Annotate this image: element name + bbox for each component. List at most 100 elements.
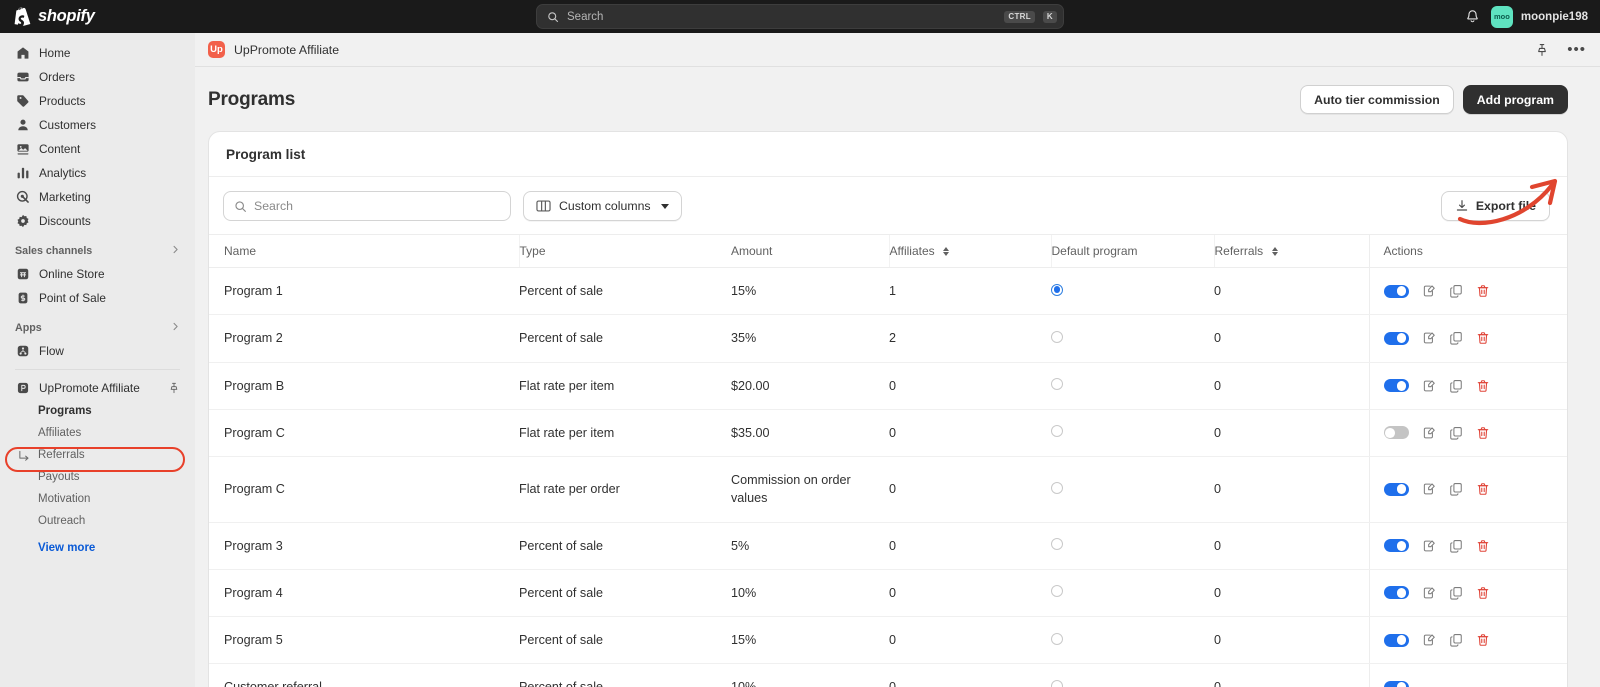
sidebar-section-sales-channels[interactable]: Sales channels: [8, 240, 187, 262]
column-header-default-program[interactable]: Default program: [1050, 234, 1214, 268]
status-toggle[interactable]: [1383, 379, 1409, 393]
edit-icon[interactable]: [1422, 379, 1436, 393]
sidebar-item-flow[interactable]: Flow: [8, 339, 187, 362]
duplicate-icon[interactable]: [1449, 426, 1463, 440]
sidebar-item-outreach[interactable]: Outreach: [8, 510, 187, 532]
status-toggle[interactable]: [1383, 482, 1409, 496]
default-program-radio[interactable]: [1051, 585, 1063, 598]
export-file-button[interactable]: Export file: [1440, 191, 1550, 221]
status-toggle[interactable]: [1383, 633, 1409, 647]
delete-icon[interactable]: [1476, 331, 1490, 345]
edit-icon[interactable]: [1422, 586, 1436, 600]
table-row[interactable]: Program C Flat rate per item $35.00 0 0: [209, 409, 1567, 458]
edit-icon[interactable]: [1422, 284, 1436, 298]
column-header-amount[interactable]: Amount: [731, 234, 889, 268]
delete-icon[interactable]: [1476, 284, 1490, 298]
sort-arrows-icon[interactable]: [1271, 247, 1278, 257]
sidebar-item-programs[interactable]: Programs: [8, 400, 187, 422]
default-program-radio[interactable]: [1051, 330, 1063, 343]
auto-tier-commission-button[interactable]: Auto tier commission: [1300, 85, 1454, 114]
pin-icon[interactable]: [1535, 43, 1549, 57]
search-input[interactable]: Search: [223, 191, 511, 221]
sidebar-item-online-store[interactable]: Online Store: [8, 262, 187, 285]
duplicate-icon[interactable]: [1449, 633, 1463, 647]
global-search-input[interactable]: Search CTRL K: [536, 4, 1064, 29]
amount-value: $35.00: [731, 425, 770, 440]
sidebar-item-uppromote-affiliate[interactable]: UpPromote Affiliate: [8, 376, 187, 399]
table-row[interactable]: Program B Flat rate per item $20.00 0 0: [209, 362, 1567, 410]
edit-icon[interactable]: [1422, 331, 1436, 345]
sidebar-item-marketing[interactable]: Marketing: [8, 185, 187, 208]
sidebar-item-referrals[interactable]: Referrals: [8, 444, 187, 466]
download-icon: [1455, 199, 1469, 213]
cell-amount: 35%: [731, 314, 889, 363]
delete-icon[interactable]: [1476, 633, 1490, 647]
column-header-referrals[interactable]: Referrals: [1213, 234, 1369, 268]
duplicate-icon[interactable]: [1449, 284, 1463, 298]
column-header-affiliates[interactable]: Affiliates: [888, 234, 1051, 268]
table-row[interactable]: Program 4 Percent of sale 10% 0 0: [209, 569, 1567, 618]
edit-icon[interactable]: [1422, 426, 1436, 440]
delete-icon[interactable]: [1476, 539, 1490, 553]
sidebar-item-products[interactable]: Products: [8, 89, 187, 112]
bell-icon[interactable]: [1465, 9, 1480, 24]
user-menu[interactable]: moo moonpie198: [1490, 5, 1588, 28]
edit-icon[interactable]: [1422, 633, 1436, 647]
status-toggle[interactable]: [1383, 680, 1409, 687]
column-label: Name: [224, 244, 257, 258]
sidebar-label: Content: [39, 141, 81, 156]
more-horizontal-icon[interactable]: •••: [1567, 42, 1586, 57]
sidebar-label: Outreach: [38, 515, 86, 527]
table-row[interactable]: Program C Flat rate per order Commission o…: [209, 456, 1567, 523]
default-program-radio[interactable]: [1051, 679, 1063, 687]
column-header-name[interactable]: Name: [209, 234, 519, 268]
status-toggle[interactable]: [1383, 284, 1409, 298]
shopify-logo[interactable]: shopify: [0, 7, 195, 26]
default-program-radio[interactable]: [1051, 538, 1063, 551]
sidebar-item-content[interactable]: Content: [8, 137, 187, 160]
default-program-radio[interactable]: [1051, 283, 1063, 296]
status-toggle[interactable]: [1383, 539, 1409, 553]
delete-icon[interactable]: [1476, 426, 1490, 440]
sidebar-item-home[interactable]: Home: [8, 41, 187, 64]
edit-icon[interactable]: [1422, 482, 1436, 496]
duplicate-icon[interactable]: [1449, 482, 1463, 496]
pin-icon[interactable]: [168, 382, 180, 394]
delete-icon[interactable]: [1476, 586, 1490, 600]
sidebar-item-point-of-sale[interactable]: Point of Sale: [8, 286, 187, 309]
default-program-radio[interactable]: [1051, 378, 1063, 391]
sidebar-item-analytics[interactable]: Analytics: [8, 161, 187, 184]
default-program-radio[interactable]: [1051, 425, 1063, 438]
sidebar-item-affiliates[interactable]: Affiliates: [8, 422, 187, 444]
sidebar-section-apps[interactable]: Apps: [8, 317, 187, 339]
add-program-button[interactable]: Add program: [1462, 85, 1568, 114]
status-toggle[interactable]: [1383, 426, 1409, 440]
default-program-radio[interactable]: [1051, 632, 1063, 645]
edit-icon[interactable]: [1422, 539, 1436, 553]
cell-actions: [1368, 522, 1567, 570]
status-toggle[interactable]: [1383, 586, 1409, 600]
custom-columns-button[interactable]: Custom columns: [523, 191, 682, 221]
status-toggle[interactable]: [1383, 331, 1409, 345]
delete-icon[interactable]: [1476, 379, 1490, 393]
delete-icon[interactable]: [1476, 482, 1490, 496]
duplicate-icon[interactable]: [1449, 539, 1463, 553]
column-header-type[interactable]: Type: [518, 234, 731, 268]
table-row[interactable]: Program 1 Percent of sale 15% 1 0: [209, 267, 1567, 316]
sidebar-item-payouts[interactable]: Payouts: [8, 466, 187, 488]
sidebar-item-customers[interactable]: Customers: [8, 113, 187, 136]
table-row[interactable]: Program 3 Percent of sale 5% 0 0: [209, 522, 1567, 570]
duplicate-icon[interactable]: [1449, 586, 1463, 600]
sidebar-item-motivation[interactable]: Motivation: [8, 488, 187, 510]
table-row[interactable]: Customer referralPercent of sale10% 0 0: [209, 663, 1567, 687]
sidebar-view-more-link[interactable]: View more: [8, 536, 187, 559]
table-row[interactable]: Program 2 Percent of sale 35% 2 0: [209, 314, 1567, 363]
sidebar-item-orders[interactable]: Orders: [8, 65, 187, 88]
duplicate-icon[interactable]: [1449, 331, 1463, 345]
search-placeholder: Search: [254, 199, 293, 213]
default-program-radio[interactable]: [1051, 481, 1063, 494]
sidebar-item-discounts[interactable]: Discounts: [8, 209, 187, 232]
sort-arrows-icon[interactable]: [942, 247, 949, 257]
duplicate-icon[interactable]: [1449, 379, 1463, 393]
table-row[interactable]: Program 5 Percent of sale 15% 0 0: [209, 616, 1567, 665]
